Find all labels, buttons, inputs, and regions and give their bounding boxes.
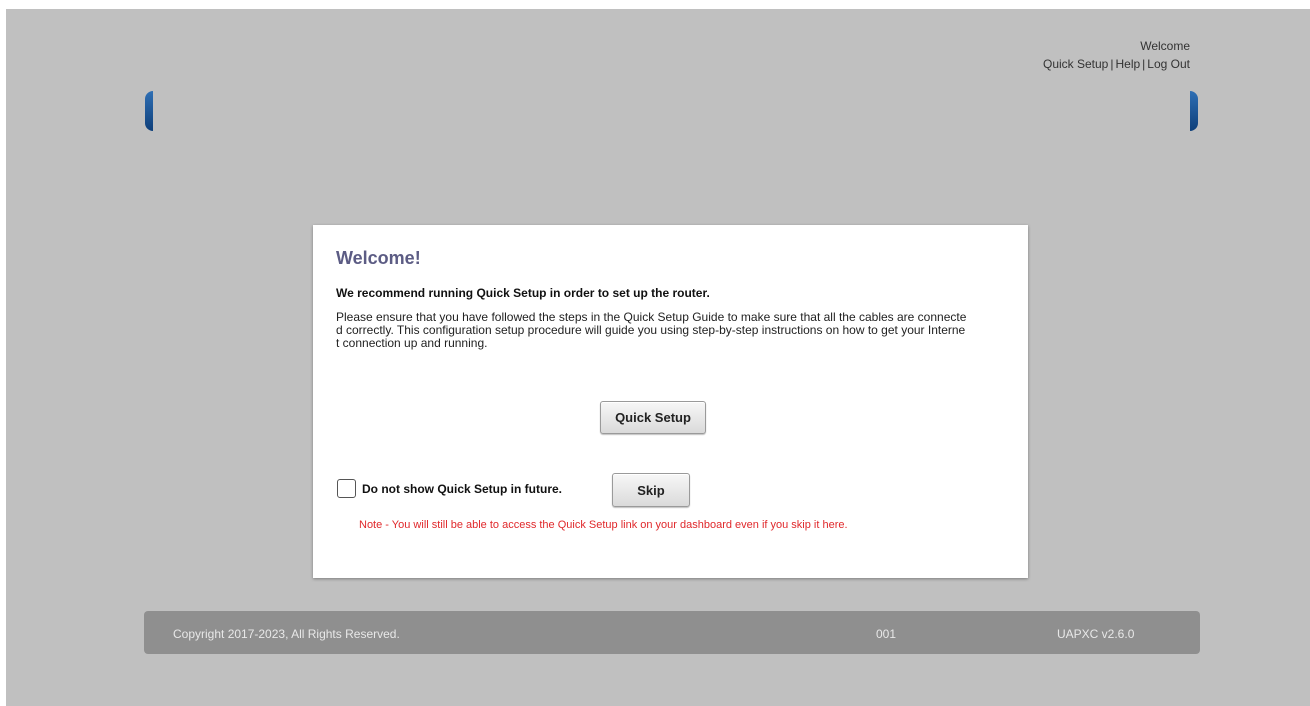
log-out-link[interactable]: Log Out (1147, 57, 1190, 71)
version-text: UAPXC v2.6.0 (1057, 627, 1135, 641)
welcome-text: Welcome (1140, 39, 1190, 53)
description-text: Please ensure that you have followed the… (336, 310, 967, 350)
do-not-show-checkbox[interactable] (337, 479, 356, 498)
page-background: Welcome Quick Setup | Help | Log Out Welcome… (6, 9, 1310, 706)
footer: Copyright 2017-2023, All Rights Reserved… (144, 611, 1200, 654)
skip-button[interactable]: Skip (612, 473, 690, 507)
footer-code: 001 (876, 627, 897, 641)
note-text: Note - You will still be able to access … (359, 519, 848, 531)
quick-setup-link[interactable]: Quick Setup (1043, 57, 1108, 71)
do-not-show-label: Do not show Quick Setup in future. (362, 482, 562, 496)
quick-setup-dialog: Welcome! We recommend running Quick Setu… (313, 225, 1028, 578)
left-bracket-decoration (145, 91, 153, 131)
header-links: Welcome Quick Setup | Help | Log Out (1043, 38, 1190, 72)
header-nav: Quick Setup | Help | Log Out (1043, 56, 1190, 72)
dialog-title: Welcome! (336, 248, 421, 268)
copyright-text: Copyright 2017-2023, All Rights Reserved… (173, 627, 400, 641)
help-link[interactable]: Help (1115, 57, 1140, 71)
recommendation-text: We recommend running Quick Setup in orde… (336, 286, 710, 300)
right-bracket-decoration (1190, 91, 1198, 131)
quick-setup-button[interactable]: Quick Setup (600, 401, 706, 434)
